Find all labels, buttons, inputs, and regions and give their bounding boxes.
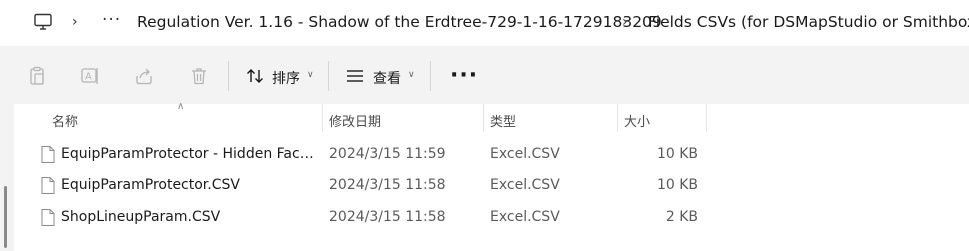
file-type: Excel.CSV — [490, 209, 560, 225]
column-divider[interactable] — [322, 104, 323, 132]
file-date: 2024/3/15 11:59 — [329, 146, 446, 162]
file-name: EquipParamProtector - Hidden Face.... — [61, 146, 319, 162]
file-type: Excel.CSV — [490, 146, 560, 162]
this-pc-icon[interactable] — [33, 12, 53, 32]
chevron-down-icon: ∨ — [307, 70, 314, 80]
see-more-button[interactable]: ··· — [450, 63, 478, 88]
view-icon[interactable] — [345, 66, 365, 86]
file-size: 10 KB — [656, 177, 698, 193]
file-row[interactable]: ShopLineupParam.CSV 2024/3/15 11:58 Exce… — [14, 203, 969, 233]
column-divider[interactable] — [483, 104, 484, 132]
column-header-name[interactable]: 名称 — [52, 111, 78, 130]
paste-icon[interactable] — [27, 66, 47, 86]
file-type: Excel.CSV — [490, 177, 560, 193]
file-list: ∧ 名称 修改日期 类型 大小 EquipParamProtector - Hi… — [14, 101, 969, 251]
file-icon — [41, 177, 55, 194]
breadcrumb-overflow-button[interactable]: ··· — [102, 10, 121, 30]
delete-icon[interactable] — [189, 66, 209, 86]
file-icon — [41, 146, 55, 163]
command-bar: A 排序 ∨ 查看 ∨ ··· — [0, 46, 969, 104]
view-button[interactable]: 查看 — [373, 68, 401, 88]
chevron-down-icon: ∨ — [408, 70, 415, 80]
column-header-size[interactable]: 大小 — [624, 111, 650, 130]
file-name: EquipParamProtector.CSV — [61, 177, 240, 193]
vertical-scrollbar[interactable] — [4, 186, 7, 248]
file-row[interactable]: EquipParamProtector - Hidden Face.... 20… — [14, 140, 969, 170]
toolbar-divider — [228, 61, 229, 91]
chevron-right-icon[interactable]: › — [72, 14, 78, 30]
share-icon[interactable] — [134, 66, 154, 86]
column-divider[interactable] — [706, 104, 707, 132]
sort-button[interactable]: 排序 — [272, 68, 300, 88]
file-size: 10 KB — [656, 146, 698, 162]
breadcrumb-item-fields-csvs[interactable]: Fields CSVs (for DSMapStudio or Smithbox… — [648, 13, 969, 31]
file-icon — [41, 209, 55, 226]
sort-ascending-icon: ∧ — [177, 101, 185, 112]
file-date: 2024/3/15 11:58 — [329, 209, 446, 225]
column-header-type[interactable]: 类型 — [490, 111, 516, 130]
column-header-row: ∧ 名称 修改日期 类型 大小 — [14, 101, 969, 132]
breadcrumb-item-regulation[interactable]: Regulation Ver. 1.16 - Shadow of the Erd… — [137, 13, 662, 31]
toolbar-divider — [430, 61, 431, 91]
file-size: 2 KB — [665, 209, 698, 225]
toolbar-divider — [328, 61, 329, 91]
column-header-date[interactable]: 修改日期 — [329, 111, 381, 130]
rename-icon[interactable]: A — [80, 66, 100, 86]
address-bar: › ··· Regulation Ver. 1.16 - Shadow of t… — [0, 0, 969, 47]
column-divider[interactable] — [617, 104, 618, 132]
file-date: 2024/3/15 11:58 — [329, 177, 446, 193]
svg-text:A: A — [85, 72, 92, 83]
chevron-right-icon[interactable]: › — [622, 14, 628, 30]
file-row[interactable]: EquipParamProtector.CSV 2024/3/15 11:58 … — [14, 171, 969, 201]
sort-icon[interactable] — [245, 66, 265, 86]
file-name: ShopLineupParam.CSV — [61, 209, 221, 225]
